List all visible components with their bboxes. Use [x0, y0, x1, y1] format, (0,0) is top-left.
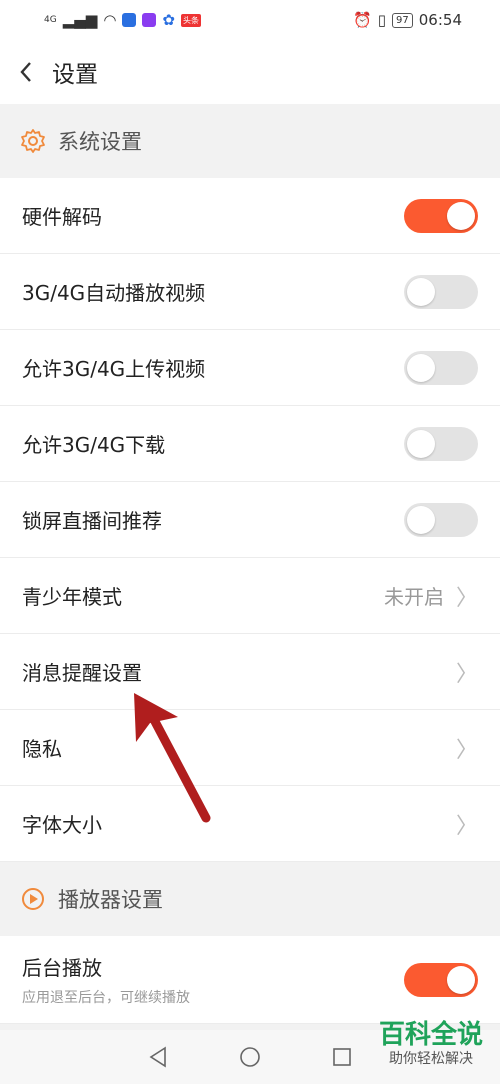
annotation-arrow — [134, 693, 211, 823]
